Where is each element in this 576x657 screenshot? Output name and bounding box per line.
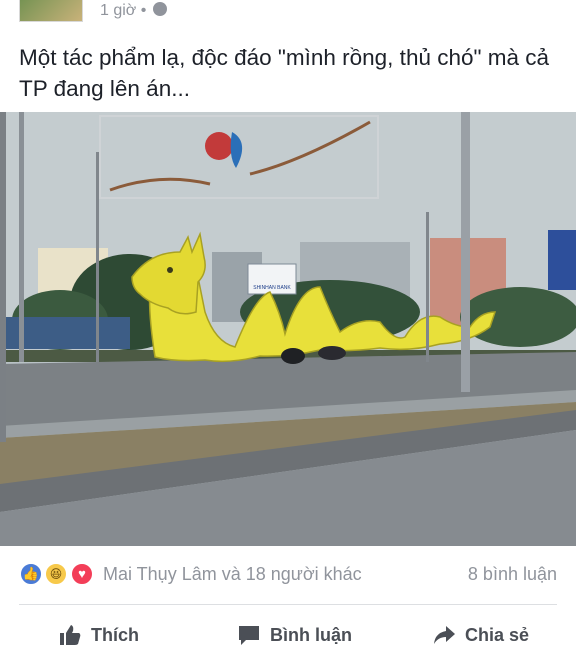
post-actions: Thích Bình luận Chia sẻ xyxy=(0,612,576,657)
like-button[interactable]: Thích xyxy=(58,620,139,650)
avatar[interactable] xyxy=(19,0,83,22)
meta-separator: • xyxy=(140,2,147,19)
share-icon xyxy=(434,626,455,644)
haha-icon: 😆 xyxy=(44,562,68,586)
post-header: 1 giờ • xyxy=(0,0,576,30)
globe-icon xyxy=(152,2,167,16)
comment-label: Bình luận xyxy=(270,624,352,645)
comment-button[interactable]: Bình luận xyxy=(237,620,352,650)
reactions-bar[interactable]: 👍 😆 ♥ Mai Thụy Lâm và 18 người khác 8 bì… xyxy=(0,556,576,596)
dragon-street-scene: SHINHAN BANK xyxy=(0,112,576,546)
reaction-names[interactable]: Mai Thụy Lâm và 18 người khác xyxy=(103,564,362,585)
share-button[interactable]: Chia sẻ xyxy=(432,620,529,650)
comments-count[interactable]: 8 bình luận xyxy=(468,564,557,585)
post-caption: Một tác phẩm lạ, độc đáo "mình rồng, thủ… xyxy=(19,45,550,101)
actions-divider xyxy=(19,604,557,605)
sign-text: SHINHAN BANK xyxy=(253,285,291,291)
thumbs-up-icon xyxy=(60,625,81,645)
comment-icon xyxy=(239,626,259,645)
post-meta: 1 giờ • xyxy=(100,2,167,20)
like-icon: 👍 xyxy=(19,562,43,586)
like-label: Thích xyxy=(91,624,139,645)
post-time[interactable]: 1 giờ xyxy=(100,2,136,19)
love-icon: ♥ xyxy=(70,562,94,586)
post-photo[interactable]: SHINHAN BANK xyxy=(0,112,576,546)
share-label: Chia sẻ xyxy=(465,624,530,645)
